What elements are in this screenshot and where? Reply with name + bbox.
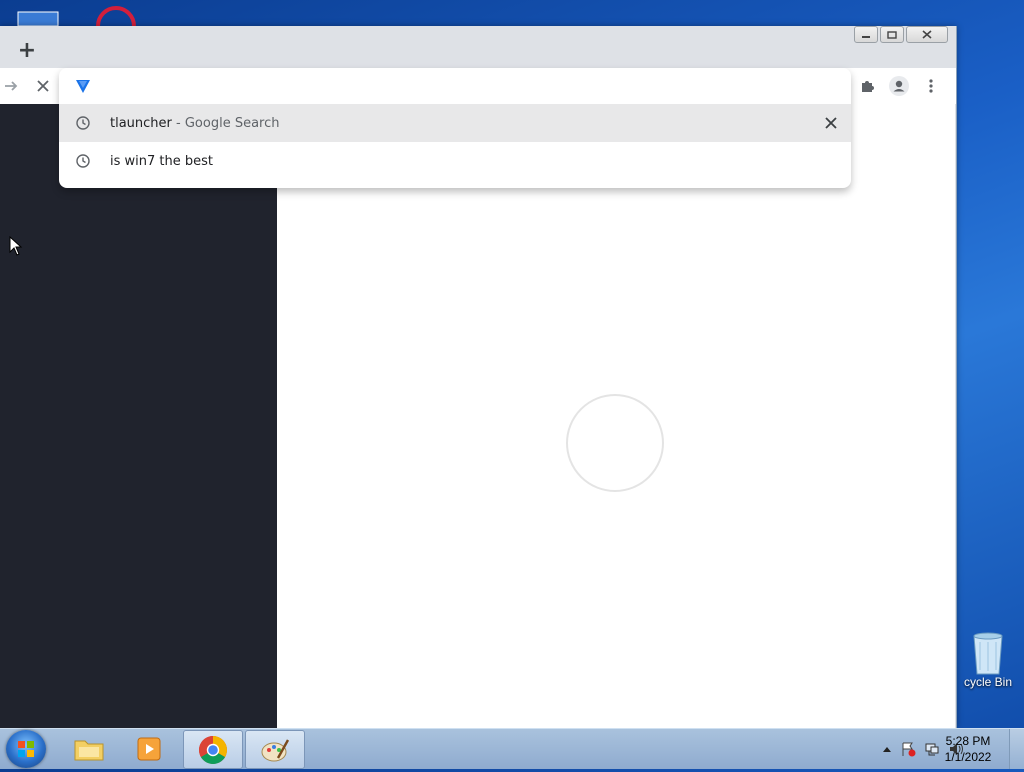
recycle-bin-icon [973,632,1003,675]
stop-loading-button[interactable] [32,75,54,97]
taskbar-paint[interactable] [245,730,305,769]
forward-button[interactable] [0,75,22,97]
paint-icon [261,738,290,761]
taskbar-media-player[interactable] [120,730,178,767]
omnibox-popup: tlauncher - Google Search is win7 the be… [59,68,851,188]
taskbar-file-explorer[interactable] [60,730,118,767]
tab-strip: + [0,26,956,68]
profile-button[interactable] [888,75,910,97]
search-engine-icon [76,80,90,93]
kebab-menu-icon [929,79,933,93]
desktop-icon-recycle-bin[interactable]: cycle Bin [952,630,1024,689]
restore-button[interactable] [880,26,904,43]
mouse-cursor-icon [9,236,23,256]
show-desktop-button[interactable] [1009,729,1024,769]
page-content [0,104,955,728]
clock-date: 1/1/2022 [944,750,992,764]
address-bar-input[interactable] [103,74,807,100]
dark-side-panel [0,104,277,728]
windows-logo-icon [18,741,34,757]
suggestion-text: is win7 the best [110,153,213,169]
history-icon [76,154,90,168]
avatar-icon [889,76,909,96]
puzzle-icon [862,81,874,92]
new-tab-button[interactable]: + [14,37,40,63]
start-button[interactable] [6,730,46,768]
loading-spinner [566,394,664,492]
desktop-icon-opera[interactable] [92,6,140,46]
restore-icon [887,30,897,39]
media-player-icon [137,737,161,760]
history-icon [76,116,90,130]
suggestion-text: tlauncher - Google Search [110,115,280,131]
recycle-bin-label: cycle Bin [963,675,1013,689]
taskbar-chrome[interactable] [183,730,243,769]
close-window-button[interactable] [906,26,948,43]
action-center-flag-icon[interactable] [900,741,916,757]
remove-suggestion-button[interactable] [823,115,839,131]
window-controls [854,26,948,43]
close-icon [825,117,837,129]
show-hidden-icons-icon[interactable] [882,745,892,753]
desktop-icon-computer[interactable] [14,8,62,27]
minimize-icon [862,35,870,38]
stop-icon [37,80,49,92]
menu-button[interactable] [920,75,942,97]
folder-icon [74,740,104,760]
suggestion-item[interactable]: is win7 the best [59,142,851,180]
forward-arrow-icon [5,81,18,91]
omnibox-input-row [59,68,851,104]
taskbar: 5:28 PM 1/1/2022 [0,728,1024,769]
extensions-button[interactable] [856,75,878,97]
suggestion-item[interactable]: tlauncher - Google Search [59,104,851,142]
system-clock[interactable]: 5:28 PM 1/1/2022 [938,733,998,765]
minimize-button[interactable] [854,26,878,43]
chrome-icon [199,735,227,764]
clock-time: 5:28 PM [945,734,991,748]
close-icon [922,30,932,39]
